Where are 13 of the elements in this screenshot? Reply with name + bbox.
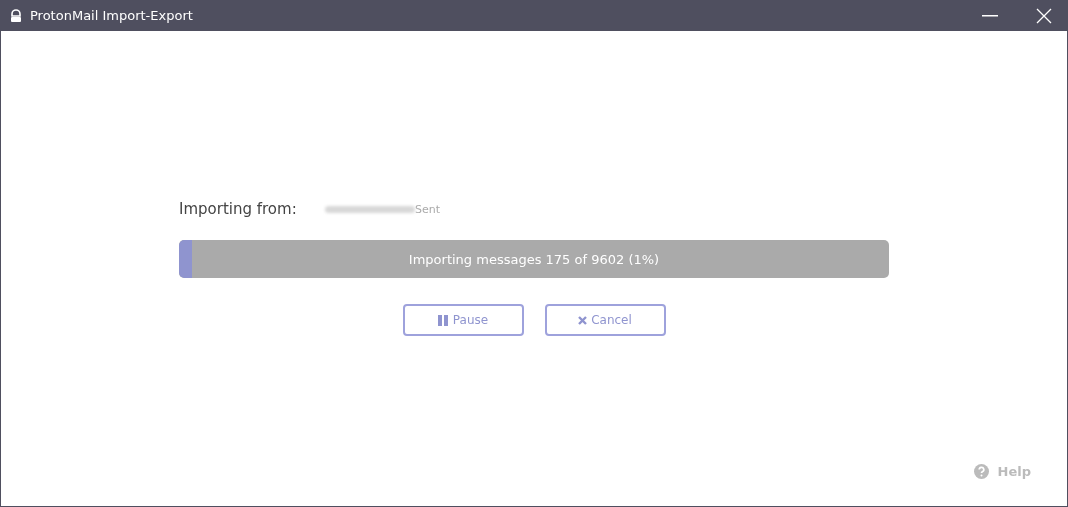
folder-name: Sent: [415, 202, 441, 216]
help-icon: [973, 464, 989, 479]
close-icon: [1036, 7, 1052, 24]
help-button[interactable]: Help: [973, 464, 1031, 479]
pause-button[interactable]: Pause: [402, 304, 524, 336]
source-label: Importing from:: [179, 200, 298, 218]
progress-text: Importing messages 175 of 9602 (1%): [408, 251, 660, 267]
app-icon: [10, 8, 22, 23]
minimize-icon: [982, 14, 998, 17]
cancel-button[interactable]: Cancel: [544, 304, 666, 336]
window-title: ProtonMail Import-Export: [30, 8, 194, 23]
pause-icon: [437, 314, 449, 326]
close-icon: [578, 315, 588, 325]
